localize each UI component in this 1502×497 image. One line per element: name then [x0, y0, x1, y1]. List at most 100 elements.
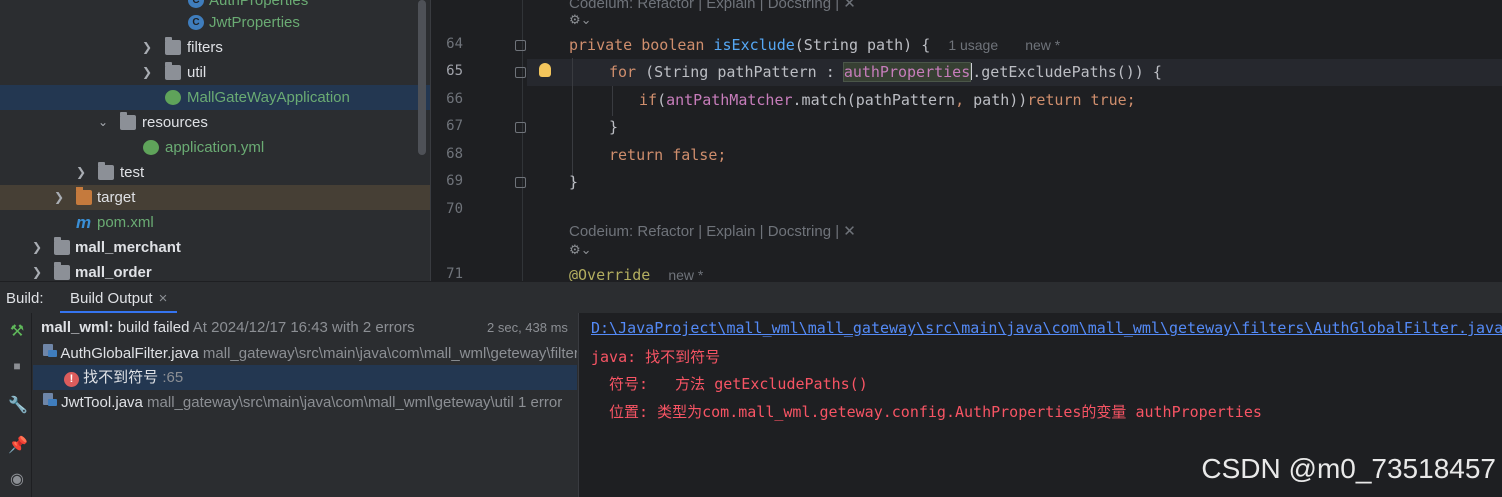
file-path: mall_gateway\src\main\java\com\mall_wml\… [198, 345, 577, 362]
lightbulb-icon[interactable] [539, 63, 551, 77]
tab-label: Build Output [70, 290, 153, 307]
wrench-icon[interactable]: 🔧 [8, 397, 28, 415]
tree-item-util[interactable]: ❯ util [0, 60, 430, 85]
tab-build-output[interactable]: Build Output × [60, 282, 178, 314]
project-name: mall_wml: [41, 319, 114, 336]
chevron-down-icon[interactable]: ⌄ [98, 110, 110, 135]
author-hint[interactable]: new * [1025, 37, 1060, 53]
codeium-icon[interactable]: ⚙⌄ [569, 242, 592, 258]
code-line-64[interactable]: private boolean isExclude(String path) {… [569, 36, 1060, 54]
keyword: if [639, 91, 658, 109]
build-results-tree[interactable]: mall_wml: build failed At 2024/12/17 16:… [33, 313, 577, 497]
tree-item-application-yml[interactable]: application.yml [0, 135, 430, 160]
line-number: 68 [446, 146, 463, 162]
fold-marker-icon[interactable] [515, 177, 526, 188]
package-folder-icon [165, 37, 181, 55]
build-time: At 2024/12/17 16:43 with 2 errors [189, 319, 415, 336]
code-line-69[interactable]: } [569, 173, 578, 191]
java-file-icon [41, 392, 57, 407]
code-line-66[interactable]: if(antPathMatcher.match(pathPattern, pat… [639, 91, 1136, 109]
error-location-text: 位置: 类型为com.mall_wml.geteway.config.AuthP… [591, 403, 1262, 421]
error-file-link[interactable]: D:\JavaProject\mall_wml\mall_gateway\src… [591, 319, 1502, 337]
usage-hint[interactable]: 1 usage [948, 37, 998, 53]
excluded-folder-icon [76, 187, 92, 205]
spring-boot-app-icon [165, 90, 181, 105]
build-error-row[interactable]: ! 找不到符号 :65 [33, 365, 577, 390]
build-label: Build: [6, 290, 44, 307]
code-line-67[interactable]: } [609, 118, 618, 136]
stop-icon[interactable]: ■ [8, 357, 26, 375]
keyword: for [609, 63, 646, 81]
line-number: 64 [446, 36, 463, 52]
tree-scrollbar[interactable] [418, 0, 426, 155]
chevron-right-icon[interactable]: ❯ [142, 35, 154, 60]
fold-marker-icon[interactable] [515, 40, 526, 51]
package-folder-icon [165, 62, 181, 80]
keyword: return true; [1027, 91, 1136, 109]
line-number: 70 [446, 201, 463, 217]
tree-item-pom-xml[interactable]: m pom.xml [0, 210, 430, 235]
error-line-text: java: 找不到符号 [591, 348, 721, 366]
code-line-68[interactable]: return false; [609, 146, 726, 164]
file-path: mall_gateway\src\main\java\com\mall_wml\… [142, 394, 563, 411]
chevron-right-icon[interactable]: ❯ [32, 235, 44, 260]
author-hint[interactable]: new * [668, 267, 703, 281]
close-icon[interactable]: × [159, 290, 168, 307]
build-toolwindow-header: Build: Build Output × [0, 281, 1502, 314]
tree-item-test[interactable]: ❯ test [0, 160, 430, 185]
chevron-right-icon[interactable]: ❯ [54, 185, 66, 210]
maven-icon: m [76, 213, 92, 232]
build-duration: 2 sec, 438 ms [487, 320, 568, 335]
codeium-codelens[interactable]: Codeium: Refactor | Explain | Docstring … [569, 222, 856, 240]
code-line-65[interactable]: for (String pathPattern : authProperties… [609, 62, 1162, 82]
codeium-codelens[interactable]: Codeium: Refactor | Explain | Docstring … [569, 0, 856, 12]
code-text: (String path) { [794, 36, 931, 54]
code-line-71[interactable]: @Override new * [569, 266, 703, 281]
build-summary-row[interactable]: mall_wml: build failed At 2024/12/17 16:… [33, 315, 577, 340]
codeium-icon[interactable]: ⚙⌄ [569, 12, 592, 28]
resources-folder-icon [120, 112, 136, 130]
chevron-right-icon[interactable]: ❯ [76, 160, 88, 185]
eye-icon[interactable]: ◉ [8, 471, 26, 489]
field-reference: antPathMatcher [666, 91, 793, 109]
build-file-row[interactable]: JwtTool.java mall_gateway\src\main\java\… [33, 390, 577, 415]
code-text: path)) [973, 91, 1028, 109]
tree-item-filters[interactable]: ❯ filters [0, 35, 430, 60]
tree-item-resources[interactable]: ⌄ resources [0, 110, 430, 135]
build-file-row[interactable]: AuthGlobalFilter.java mall_gateway\src\m… [33, 341, 577, 366]
file-name: JwtTool.java [61, 394, 143, 411]
build-toolbar: ⚒ ■ 🔧 📌 ◉ [0, 313, 32, 497]
build-status: build failed [113, 319, 190, 336]
chevron-right-icon[interactable]: ❯ [32, 260, 44, 281]
fold-marker-icon[interactable] [515, 122, 526, 133]
tree-item-mall-order[interactable]: ❯ mall_order [0, 260, 430, 281]
chevron-right-icon[interactable]: ❯ [142, 60, 154, 85]
file-name: AuthGlobalFilter.java [60, 345, 199, 362]
code-text: .match(pathPattern [792, 91, 956, 109]
error-icon: ! [64, 372, 79, 387]
annotation: @Override [569, 266, 651, 281]
error-line: :65 [158, 369, 184, 386]
code-text: , [955, 91, 974, 109]
module-folder-icon [54, 262, 70, 280]
project-tree[interactable]: C AuthProperties C JwtProperties ❯ filte… [0, 0, 430, 281]
code-text: ( [657, 91, 667, 109]
keyword: private boolean [569, 36, 714, 54]
tree-item-jwt-properties[interactable]: C JwtProperties [0, 10, 430, 35]
tree-item-mall-merchant[interactable]: ❯ mall_merchant [0, 235, 430, 260]
module-folder-icon [54, 237, 70, 255]
field-reference: authProperties [842, 62, 972, 82]
method-name: isExclude [713, 36, 795, 54]
line-number: 71 [446, 266, 463, 281]
code-editor[interactable]: Codeium: Refactor | Explain | Docstring … [430, 0, 1502, 281]
tree-item-target[interactable]: ❯ target [0, 185, 430, 210]
fold-marker-icon[interactable] [515, 67, 526, 78]
line-number: 66 [446, 91, 463, 107]
watermark: CSDN @m0_73518457 [1201, 453, 1496, 484]
line-number: 65 [446, 63, 463, 79]
error-message: 找不到符号 [83, 369, 159, 386]
hammer-icon[interactable]: ⚒ [8, 323, 26, 341]
tree-item-mall-gateway-application[interactable]: MallGateWayApplication [0, 85, 430, 110]
indent-guide [612, 86, 613, 116]
pin-icon[interactable]: 📌 [8, 437, 28, 455]
